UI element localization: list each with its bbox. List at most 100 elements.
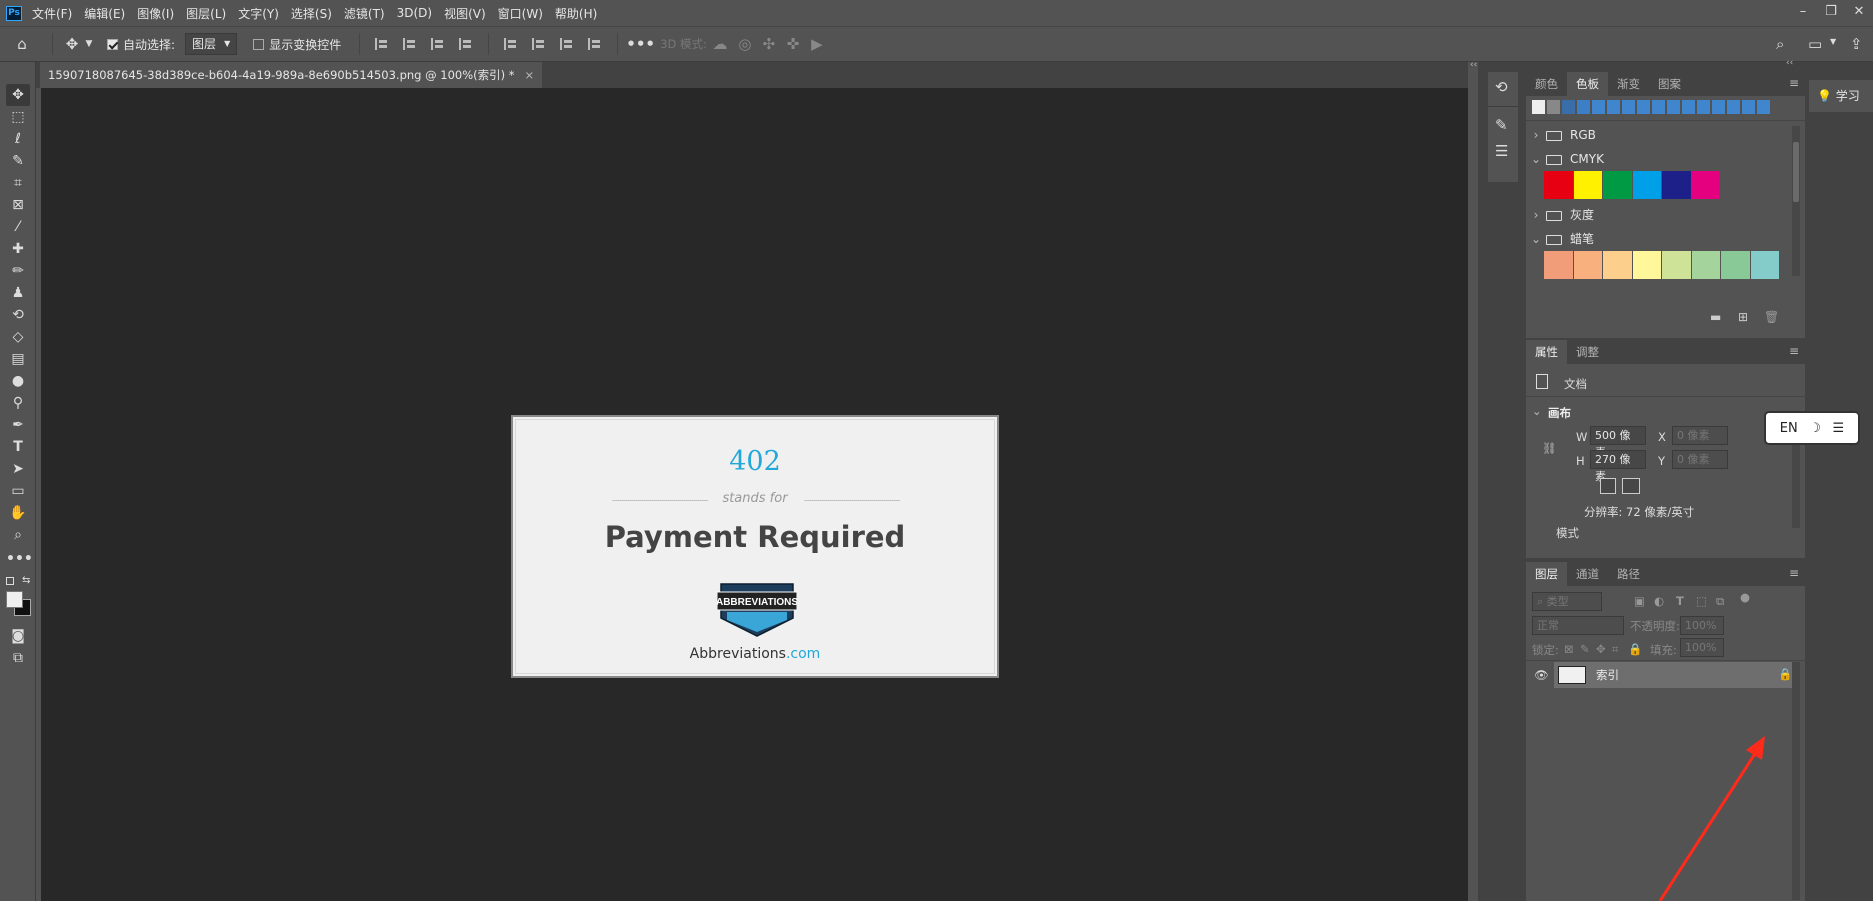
history-brush-tool-icon[interactable]: ⟲ <box>6 304 30 326</box>
brush-settings-icon[interactable]: ✎ <box>1495 116 1508 134</box>
align-left-icon[interactable] <box>375 38 389 50</box>
menu-layer[interactable]: 图层(L) <box>186 5 226 22</box>
layer-row[interactable]: 索引 🔒 <box>1554 662 1798 688</box>
eraser-tool-icon[interactable]: ◇ <box>6 326 30 348</box>
color-swatch[interactable] <box>1721 251 1750 279</box>
filter-smart-object-icon[interactable]: ⧉ <box>1716 594 1724 609</box>
color-swatch[interactable] <box>1750 251 1779 279</box>
tab-patterns[interactable]: 图案 <box>1649 72 1690 96</box>
landscape-orientation-icon[interactable] <box>1622 478 1640 494</box>
filter-adjustment-icon[interactable]: ◐ <box>1654 594 1664 608</box>
rectangle-tool-icon[interactable]: ▭ <box>6 480 30 502</box>
tab-swatches[interactable]: 色板 <box>1567 72 1608 96</box>
lock-image-icon[interactable]: ✎ <box>1580 642 1590 656</box>
color-swatch[interactable] <box>1652 100 1665 114</box>
more-options-icon[interactable]: ••• <box>626 35 655 53</box>
color-swatch[interactable] <box>1682 100 1695 114</box>
filter-type-icon[interactable]: T <box>1676 594 1684 608</box>
portrait-orientation-icon[interactable] <box>1600 478 1616 494</box>
lasso-tool-icon[interactable]: ℓ <box>6 128 30 150</box>
opacity-field[interactable]: 100% <box>1680 616 1724 635</box>
panel-menu-icon[interactable]: ≡ <box>1789 76 1799 90</box>
screen-mode-icon[interactable]: ⧉ <box>6 647 30 669</box>
minimize-icon[interactable]: – <box>1789 0 1817 26</box>
new-swatch-icon[interactable]: ⊞ <box>1738 310 1748 324</box>
crop-tool-icon[interactable]: ⌗ <box>6 172 30 194</box>
color-swatch[interactable] <box>1573 171 1602 199</box>
menu-select[interactable]: 选择(S) <box>291 5 332 22</box>
swatch-group-grayscale[interactable]: › 灰度 <box>1526 202 1788 228</box>
color-swatch[interactable] <box>1577 100 1590 114</box>
frame-tool-icon[interactable]: ⊠ <box>6 194 30 216</box>
color-swatch[interactable] <box>1691 251 1720 279</box>
lock-icon[interactable]: 🔒 <box>1778 667 1792 681</box>
color-swatch[interactable] <box>1691 171 1720 199</box>
workspace-icon[interactable]: ▭ <box>1808 35 1822 53</box>
scrollbar-thumb[interactable] <box>1793 142 1799 202</box>
ime-language[interactable]: EN <box>1780 421 1798 436</box>
clone-stamp-tool-icon[interactable]: ♟ <box>6 282 30 304</box>
color-swatch[interactable] <box>1637 100 1650 114</box>
scrollbar[interactable] <box>1792 126 1800 276</box>
eye-icon[interactable]: 👁 <box>1534 668 1549 682</box>
align-top-icon[interactable] <box>504 38 518 50</box>
tab-properties[interactable]: 属性 <box>1526 340 1567 364</box>
tab-adjustments[interactable]: 调整 <box>1567 340 1608 364</box>
align-bottom-icon[interactable] <box>560 38 574 50</box>
quick-mask-icon[interactable]: ◙ <box>6 625 30 647</box>
blur-tool-icon[interactable]: ● <box>6 370 30 392</box>
color-swatch[interactable] <box>1727 100 1740 114</box>
restore-icon[interactable]: ❐ <box>1817 0 1845 26</box>
dodge-tool-icon[interactable]: ⚲ <box>6 392 30 414</box>
menu-icon[interactable]: ☰ <box>1833 421 1845 436</box>
filter-toggle-icon[interactable]: ● <box>1740 590 1750 604</box>
lock-all-icon[interactable]: 🔒 <box>1628 642 1642 656</box>
menu-view[interactable]: 视图(V) <box>444 5 486 22</box>
distribute-vertical-icon[interactable] <box>459 38 473 50</box>
swap-colors-icon[interactable]: ⇆ <box>22 575 30 586</box>
close-icon[interactable]: ✕ <box>1845 0 1873 26</box>
filter-shape-icon[interactable]: ⬚ <box>1696 594 1707 608</box>
color-swatch[interactable] <box>1532 100 1545 114</box>
collapse-icon[interactable]: ‹‹ <box>1470 60 1477 70</box>
align-right-icon[interactable] <box>431 38 445 50</box>
default-colors-icon[interactable] <box>6 577 14 585</box>
swatch-group-rgb[interactable]: › RGB <box>1526 122 1788 148</box>
move-tool-icon[interactable]: ✥ <box>61 35 83 53</box>
panel-menu-icon[interactable]: ≡ <box>1789 344 1799 358</box>
show-transform-checkbox[interactable] <box>253 38 265 50</box>
fill-field[interactable]: 100% <box>1680 638 1724 657</box>
tab-layers[interactable]: 图层 <box>1526 562 1567 586</box>
healing-brush-tool-icon[interactable]: ✚ <box>6 238 30 260</box>
tab-color[interactable]: 颜色 <box>1526 72 1567 96</box>
path-select-tool-icon[interactable]: ➤ <box>6 458 30 480</box>
brush-tool-icon[interactable]: ✏ <box>6 260 30 282</box>
quick-select-tool-icon[interactable]: ✎ <box>6 150 30 172</box>
height-field[interactable]: 270 像素 <box>1590 450 1646 483</box>
new-group-icon[interactable]: ▬ <box>1710 310 1721 324</box>
panel-menu-icon[interactable]: ≡ <box>1789 566 1799 580</box>
color-swatch[interactable] <box>1544 171 1573 199</box>
tab-gradients[interactable]: 渐变 <box>1608 72 1649 96</box>
adjustments-icon[interactable]: ☰ <box>1495 142 1508 160</box>
color-swatch[interactable] <box>1562 100 1575 114</box>
distribute-horizontal-icon[interactable] <box>588 38 602 50</box>
moon-icon[interactable]: ☽ <box>1809 421 1821 436</box>
chevron-down-icon[interactable]: ⌄ <box>1532 404 1542 418</box>
scrollbar[interactable] <box>1792 662 1800 900</box>
lock-artboard-icon[interactable]: ⌗ <box>1612 642 1618 657</box>
width-field[interactable]: 500 像素 <box>1590 426 1646 459</box>
document-canvas[interactable]: 402 stands for Payment Required ABBREVIA… <box>511 415 999 678</box>
color-swatch[interactable] <box>1592 100 1605 114</box>
auto-select-checkbox[interactable] <box>107 38 118 50</box>
menu-file[interactable]: 文件(F) <box>32 5 72 22</box>
menu-3d[interactable]: 3D(D) <box>397 6 432 20</box>
color-swatch[interactable] <box>1757 100 1770 114</box>
color-swatch[interactable] <box>1544 251 1573 279</box>
lock-transparent-icon[interactable]: ⊠ <box>1564 642 1574 656</box>
delete-icon[interactable]: 🗑 <box>1764 310 1779 324</box>
foreground-color-swatch[interactable] <box>6 591 23 608</box>
search-icon[interactable]: ⌕ <box>1776 35 1784 53</box>
menu-edit[interactable]: 编辑(E) <box>84 5 125 22</box>
color-swatch[interactable] <box>1662 251 1691 279</box>
